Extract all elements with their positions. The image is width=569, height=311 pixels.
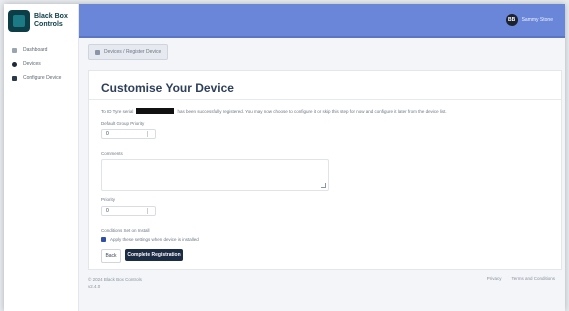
- devices-icon: [12, 61, 17, 67]
- sidebar-item-configure[interactable]: Configure Device: [12, 72, 76, 84]
- notes-label: Comments: [101, 151, 123, 156]
- sidebar: Black Box Controls Dashboard Devices Con…: [4, 4, 79, 311]
- intro-prefix: To ID Tyre serial: [101, 108, 134, 114]
- notes-textarea[interactable]: [101, 159, 329, 191]
- priority-stepper-2[interactable]: 0: [101, 206, 156, 216]
- sidebar-item-label: Dashboard: [23, 47, 48, 53]
- apply-checkbox-row[interactable]: Apply these settings when device is inst…: [101, 237, 199, 242]
- stepper-value: 0: [106, 208, 109, 214]
- complete-registration-button[interactable]: Complete Registration: [125, 249, 183, 261]
- sidebar-item-devices[interactable]: Devices: [12, 58, 76, 70]
- sidebar-item-dashboard[interactable]: Dashboard: [12, 44, 76, 56]
- breadcrumb-text: Devices / Register Device: [104, 49, 162, 55]
- breadcrumb[interactable]: Devices / Register Device: [88, 44, 169, 60]
- app-window: Black Box Controls Dashboard Devices Con…: [4, 4, 565, 311]
- brand-name: Black Box Controls: [34, 13, 68, 28]
- field2-label: Priority: [101, 197, 116, 202]
- page-title: Customise Your Device: [101, 81, 234, 95]
- user-name: Sammy Stone: [521, 17, 553, 23]
- footer-left: © 2024 Black Box Controls v2.4.0: [88, 276, 142, 290]
- checkbox-text: Apply these settings when device is inst…: [110, 237, 199, 242]
- redacted-serial: [136, 108, 175, 114]
- apply-checkbox[interactable]: [101, 237, 106, 242]
- priority-stepper-1[interactable]: 0: [101, 129, 156, 139]
- footer-copyright: © 2024 Black Box Controls: [88, 277, 142, 282]
- configure-icon: [12, 75, 17, 81]
- footer-version: v2.4.0: [88, 284, 101, 289]
- stepper-value: 0: [106, 131, 109, 137]
- field1-label: Default Group Priority: [101, 121, 145, 126]
- intro-suffix: has been successfully registered. You ma…: [177, 108, 447, 114]
- user-menu[interactable]: BB Sammy Stone: [505, 14, 553, 26]
- top-header: [4, 4, 565, 38]
- customise-card: Customise Your Device To ID Tyre serial …: [88, 70, 562, 270]
- stepper-arrows-icon[interactable]: [147, 131, 151, 137]
- checkbox-group-label: Conditions Set on Install: [101, 228, 150, 233]
- sidebar-item-label: Devices: [23, 61, 41, 67]
- dashboard-icon: [12, 47, 17, 53]
- sidebar-nav: Dashboard Devices Configure Device: [12, 44, 76, 86]
- back-button[interactable]: Back: [101, 249, 121, 263]
- intro-text: To ID Tyre serial has been successfully …: [101, 108, 447, 114]
- sidebar-item-label: Configure Device: [23, 75, 62, 81]
- footer-link-privacy[interactable]: Privacy: [487, 276, 502, 281]
- divider: [89, 99, 561, 100]
- brand-logo-icon: [8, 10, 30, 32]
- footer-link-terms[interactable]: Terms and Conditions: [511, 276, 555, 281]
- footer-links: Privacy Terms and Conditions: [487, 276, 555, 281]
- stepper-arrows-icon[interactable]: [147, 208, 151, 214]
- home-icon: [95, 49, 100, 55]
- avatar: BB: [505, 14, 518, 26]
- brand[interactable]: Black Box Controls: [8, 8, 74, 34]
